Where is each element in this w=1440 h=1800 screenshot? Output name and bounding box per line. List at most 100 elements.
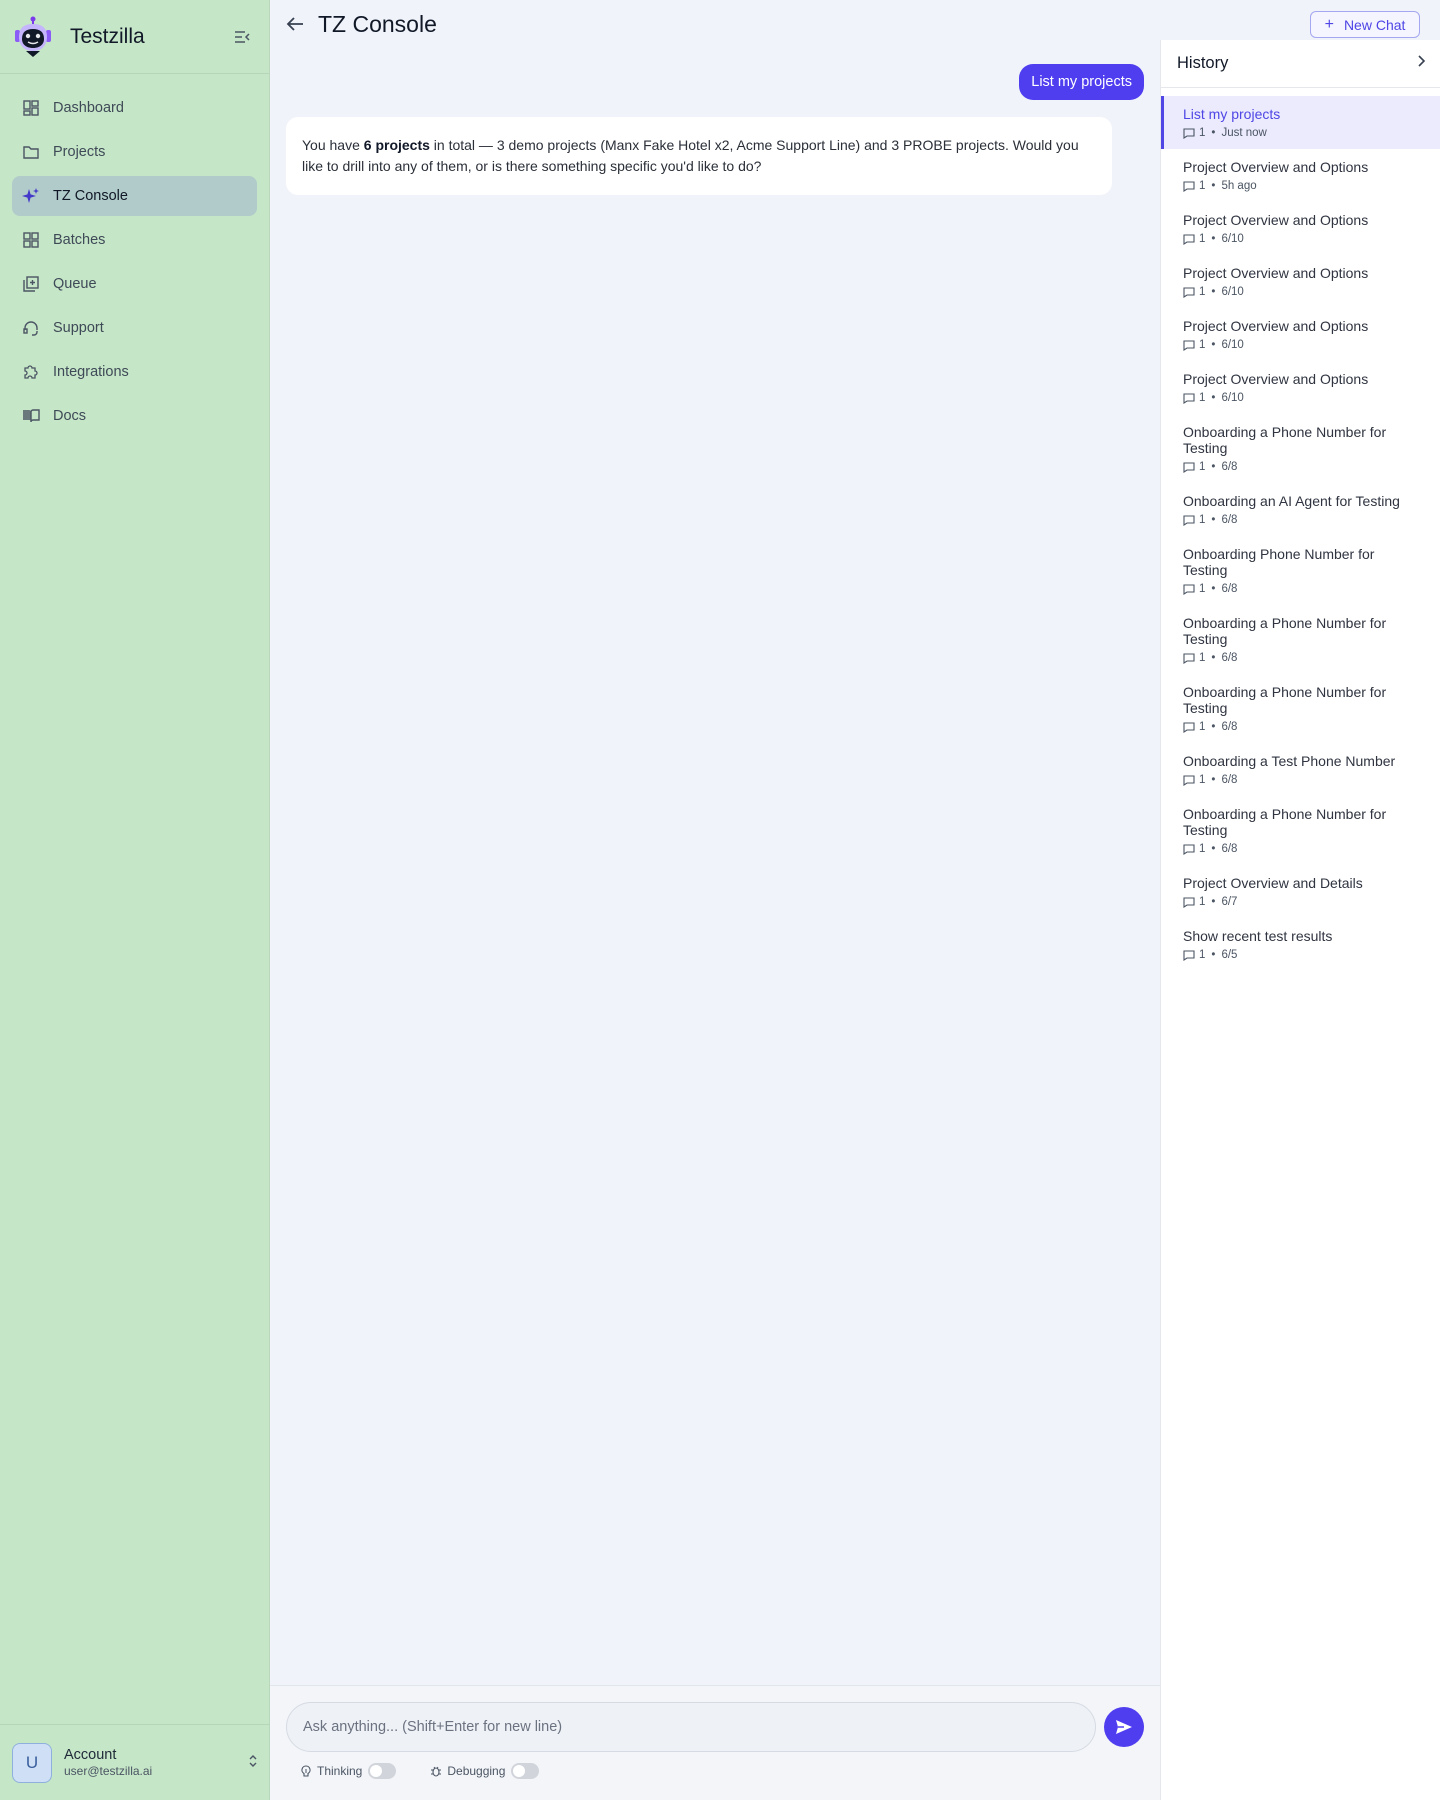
history-item[interactable]: Onboarding a Phone Number for Testing 1 •… xyxy=(1161,605,1440,674)
sparkle-icon xyxy=(22,187,40,205)
history-item-count: 1 xyxy=(1199,286,1206,298)
history-item-count: 1 xyxy=(1199,339,1206,351)
back-arrow-icon[interactable] xyxy=(284,13,306,35)
history-item-time: 5h ago xyxy=(1221,180,1257,192)
history-item-count: 1 xyxy=(1199,180,1206,192)
message-icon xyxy=(1183,286,1195,298)
history-item-title: Onboarding Phone Number for Testing xyxy=(1183,546,1375,578)
history-title: History xyxy=(1177,54,1229,72)
history-item-meta: 1 • Just now xyxy=(1183,125,1422,141)
headset-icon xyxy=(22,319,40,337)
history-item-title: Project Overview and Options xyxy=(1183,159,1369,175)
brain-icon xyxy=(300,1765,312,1777)
history-item-meta: 1 • 6/8 xyxy=(1183,581,1422,597)
account-info: Account user@testzilla.ai xyxy=(64,1747,248,1778)
new-chat-button[interactable]: + New Chat xyxy=(1310,11,1420,38)
history-item-count: 1 xyxy=(1199,392,1206,404)
history-item-meta: 1 • 6/5 xyxy=(1183,947,1422,963)
history-item[interactable]: Onboarding a Phone Number for Testing 1 •… xyxy=(1161,674,1440,743)
sidebar-item-dashboard[interactable]: Dashboard xyxy=(12,88,257,128)
sidebar-item-label: Dashboard xyxy=(53,100,124,116)
message-icon xyxy=(1183,127,1195,139)
sidebar-item-label: Integrations xyxy=(53,364,129,380)
history-item-time: 6/10 xyxy=(1221,339,1244,351)
history-item-title: Project Overview and Options xyxy=(1183,265,1369,281)
history-item-time: 6/8 xyxy=(1221,774,1238,786)
account-name: Account xyxy=(64,1747,117,1763)
history-item-count: 1 xyxy=(1199,896,1206,908)
assistant-text: You have xyxy=(302,137,364,153)
chevron-right-icon[interactable] xyxy=(1416,54,1426,73)
message-icon xyxy=(1183,339,1195,351)
history-item[interactable]: Onboarding a Phone Number for Testing 1 •… xyxy=(1161,796,1440,865)
composer-toggles: Thinking Debugging xyxy=(270,1752,1160,1779)
history-item-count: 1 xyxy=(1199,583,1206,595)
chat-thread: List my projects You have 6 projects in … xyxy=(270,48,1160,195)
main-panel: TZ Console List my projects You have 6 p… xyxy=(270,0,1160,1800)
account-menu[interactable]: U Account user@testzilla.ai xyxy=(0,1724,270,1800)
brand-name: Testzilla xyxy=(70,24,145,48)
message-icon xyxy=(1183,180,1195,192)
history-item[interactable]: List my projects 1 • Just now xyxy=(1161,96,1440,149)
history-item-meta: 1 • 6/8 xyxy=(1183,719,1422,735)
collapse-sidebar-icon[interactable] xyxy=(231,26,253,48)
history-item[interactable]: Project Overview and Options 1 • 6/10 xyxy=(1161,255,1440,308)
avatar: U xyxy=(12,1742,52,1783)
message-icon xyxy=(1183,652,1195,664)
chat-input[interactable] xyxy=(286,1702,1096,1752)
composer-input-row xyxy=(270,1686,1160,1752)
message-icon xyxy=(1183,233,1195,245)
history-item-meta: 1 • 6/10 xyxy=(1183,390,1422,406)
new-chat-label: New Chat xyxy=(1343,16,1406,33)
history-item[interactable]: Project Overview and Options 1 • 6/10 xyxy=(1161,308,1440,361)
composer: Thinking Debugging xyxy=(270,1685,1160,1800)
history-item-meta: 1 • 6/8 xyxy=(1183,772,1422,788)
history-item-time: 6/8 xyxy=(1221,721,1238,733)
history-item[interactable]: Onboarding a Test Phone Number 1 • 6/8 xyxy=(1161,743,1440,796)
sidebar-item-docs[interactable]: Docs xyxy=(12,396,257,436)
history-item-meta: 1 • 6/10 xyxy=(1183,284,1422,300)
history-item-meta: 1 • 6/8 xyxy=(1183,459,1422,475)
user-message: List my projects xyxy=(1019,64,1144,100)
history-item[interactable]: Onboarding a Phone Number for Testing 1 •… xyxy=(1161,414,1440,483)
history-item[interactable]: Project Overview and Options 1 • 5h ago xyxy=(1161,149,1440,202)
history-item[interactable]: Onboarding an AI Agent for Testing 1 • 6/… xyxy=(1161,483,1440,536)
history-item-count: 1 xyxy=(1199,721,1206,733)
debugging-toggle-group: Debugging xyxy=(430,1763,540,1779)
history-item-time: 6/10 xyxy=(1221,392,1244,404)
history-item-meta: 1 • 6/8 xyxy=(1183,512,1422,528)
thinking-toggle-group: Thinking xyxy=(300,1763,397,1779)
history-item-title: Show recent test results xyxy=(1183,928,1333,944)
message-icon xyxy=(1183,461,1195,473)
send-button[interactable] xyxy=(1104,1707,1144,1747)
debugging-toggle[interactable] xyxy=(511,1763,540,1779)
history-item-time: 6/8 xyxy=(1221,461,1238,473)
history-item-count: 1 xyxy=(1199,949,1206,961)
debugging-label: Debugging xyxy=(447,1764,506,1778)
history-panel: History List my projects 1 • Just now Pro… xyxy=(1160,40,1440,1800)
account-email: user@testzilla.ai xyxy=(64,1764,153,1778)
history-item-time: 6/10 xyxy=(1221,233,1244,245)
sidebar-item-batches[interactable]: Batches xyxy=(12,220,257,260)
sidebar-item-tz-console[interactable]: TZ Console xyxy=(12,176,257,216)
message-icon xyxy=(1183,949,1195,961)
sidebar-item-support[interactable]: Support xyxy=(12,308,257,348)
history-item-title: Project Overview and Options xyxy=(1183,212,1369,228)
history-item[interactable]: Show recent test results 1 • 6/5 xyxy=(1161,918,1440,971)
sidebar: Testzilla Dashboard Projects TZ Console xyxy=(0,0,270,1800)
queue-icon xyxy=(22,275,40,293)
sidebar-item-queue[interactable]: Queue xyxy=(12,264,257,304)
history-item[interactable]: Project Overview and Options 1 • 6/10 xyxy=(1161,202,1440,255)
history-item-title: Onboarding a Phone Number for Testing xyxy=(1183,615,1387,647)
sidebar-item-projects[interactable]: Projects xyxy=(12,132,257,172)
history-item[interactable]: Project Overview and Options 1 • 6/10 xyxy=(1161,361,1440,414)
thinking-toggle[interactable] xyxy=(368,1763,397,1779)
sidebar-item-integrations[interactable]: Integrations xyxy=(12,352,257,392)
history-item-title: List my projects xyxy=(1183,106,1281,122)
history-item[interactable]: Project Overview and Details 1 • 6/7 xyxy=(1161,865,1440,918)
user-message-row: List my projects xyxy=(286,64,1144,100)
page-title: TZ Console xyxy=(318,10,437,37)
history-item[interactable]: Onboarding Phone Number for Testing 1 • 6… xyxy=(1161,536,1440,605)
sidebar-item-label: TZ Console xyxy=(53,188,128,204)
sidebar-item-label: Support xyxy=(53,320,104,336)
